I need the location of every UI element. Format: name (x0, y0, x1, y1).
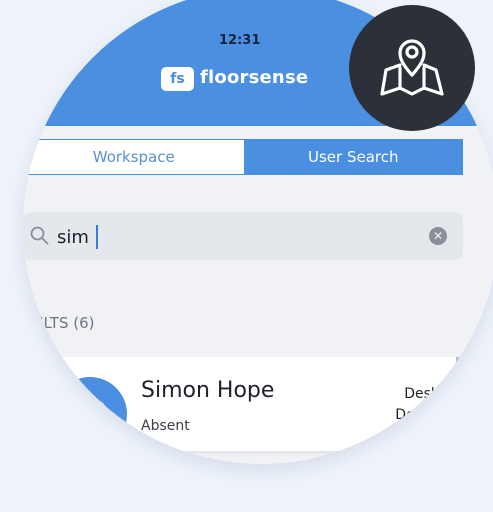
search-input[interactable] (55, 221, 419, 253)
close-icon: ✕ (432, 229, 444, 243)
search-bar[interactable]: ✕ (23, 212, 463, 260)
app-logo-text: floorsense (200, 67, 309, 88)
clear-search-button[interactable]: ✕ (429, 227, 447, 245)
list-item[interactable]: Simon Hope Absent Desk Desk4 (23, 357, 456, 451)
map-pin-icon (380, 39, 444, 96)
text-cursor (96, 225, 98, 249)
tab-bar: Workspace User Search (23, 139, 463, 175)
result-status: Absent (141, 418, 190, 434)
avatar (53, 377, 127, 451)
logo-badge: fs (161, 67, 194, 91)
map-badge[interactable] (349, 5, 475, 131)
status-time: 12:31 (219, 33, 261, 48)
tab-user-search[interactable]: User Search (243, 139, 463, 175)
search-icon (30, 226, 49, 245)
result-name: Simon Hope (141, 378, 275, 403)
results-heading: SULTS (6) (23, 314, 95, 332)
desk-value: Desk4 (395, 407, 439, 423)
desk-label: Desk (404, 386, 439, 402)
tab-workspace[interactable]: Workspace (23, 139, 244, 175)
card-edge (456, 357, 464, 451)
